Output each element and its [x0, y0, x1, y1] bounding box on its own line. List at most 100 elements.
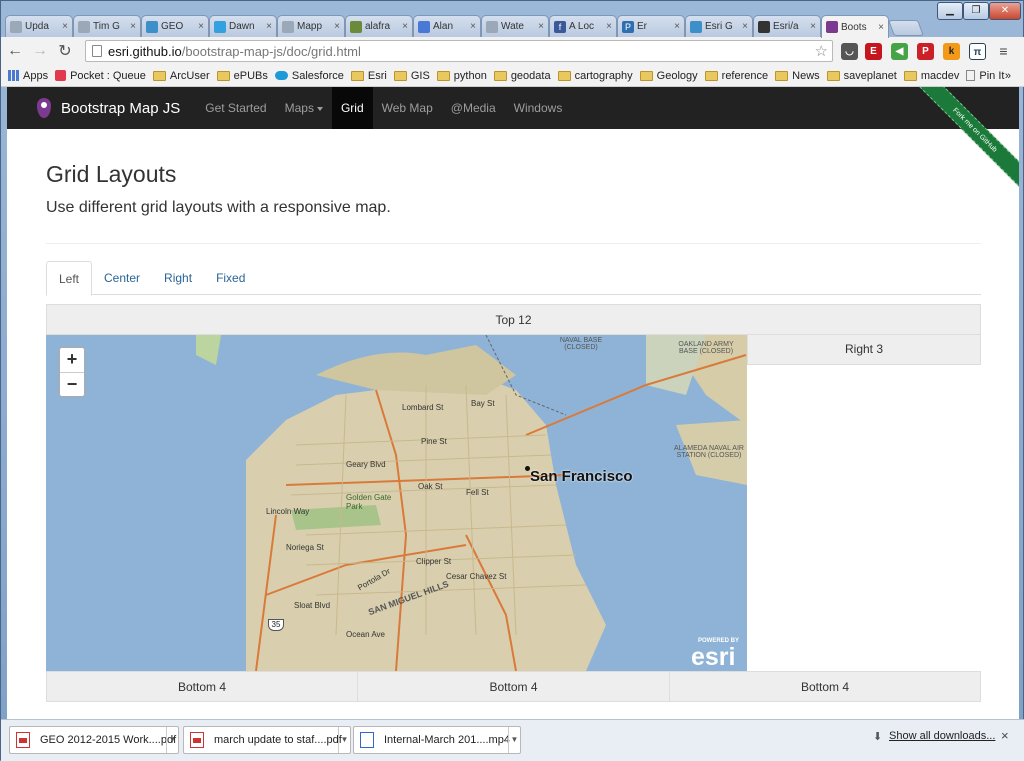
bookmark-star-icon[interactable]: ☆	[815, 42, 828, 60]
close-icon[interactable]: ×	[810, 21, 816, 32]
tab-center[interactable]: Center	[92, 261, 152, 295]
bookmark-folder[interactable]: ePUBs	[216, 70, 268, 82]
zoom-out-button[interactable]: −	[60, 372, 84, 396]
nav-windows[interactable]: Windows	[505, 87, 572, 129]
bookmark-folder[interactable]: macdev	[903, 70, 959, 82]
sound-extension-icon[interactable]: ◀	[891, 43, 908, 60]
bookmark-folder[interactable]: ArcUser	[152, 70, 210, 82]
kindle-extension-icon[interactable]: k	[943, 43, 960, 60]
map-label: Lombard St	[402, 403, 444, 412]
bookmarks-bar: Apps Pocket : Queue ArcUser ePUBs Salesf…	[1, 65, 1024, 87]
reload-icon[interactable]: ↻	[54, 41, 76, 61]
download-item[interactable]: GEO 2012-2015 Work....pdf ▼	[9, 726, 179, 754]
tab-right[interactable]: Right	[152, 261, 204, 295]
browser-tab[interactable]: Tim G ×	[73, 15, 141, 37]
pandora-icon: P	[622, 20, 634, 33]
site-brand[interactable]: Bootstrap Map JS	[37, 98, 180, 118]
map-icon	[350, 20, 362, 33]
window-close-button[interactable]: ✕	[989, 2, 1021, 20]
nav-get-started[interactable]: Get Started	[196, 87, 275, 129]
bookmark-folder[interactable]: News	[775, 70, 820, 82]
bookmark-folder[interactable]: Geology	[639, 70, 698, 82]
nav-grid[interactable]: Grid	[331, 87, 373, 129]
evernote-extension-icon[interactable]: E	[865, 43, 882, 60]
map-label: Sloat Blvd	[294, 601, 331, 610]
browser-tab[interactable]: Upda ×	[5, 15, 73, 37]
bookmark-folder[interactable]: cartography	[557, 70, 633, 82]
address-bar[interactable]: esri.github.io/bootstrap-map-js/doc/grid…	[85, 40, 833, 62]
folder-icon	[350, 70, 364, 81]
maximize-button[interactable]: ❐	[963, 2, 989, 20]
downloads-close-button[interactable]: ×	[1001, 728, 1009, 743]
nav-web-map[interactable]: Web Map	[373, 87, 442, 129]
map-label: NAVAL BASE (CLOSED)	[559, 337, 603, 351]
browser-tab[interactable]: fA Loc ×	[549, 15, 617, 37]
close-icon[interactable]: ×	[62, 21, 68, 32]
close-icon[interactable]: ×	[402, 21, 408, 32]
close-icon[interactable]: ×	[470, 21, 476, 32]
forward-arrow-icon[interactable]: →	[29, 42, 51, 60]
bookmark-item[interactable]: Salesforce	[274, 70, 344, 82]
browser-tab[interactable]: Esri/a ×	[753, 15, 821, 37]
bookmark-folder[interactable]: saveplanet	[826, 70, 897, 82]
map-view[interactable]: OAKLAND ARMY BASE (CLOSED) NAVAL BASE (C…	[46, 335, 747, 671]
back-arrow-icon[interactable]: ←	[4, 42, 26, 60]
close-icon[interactable]: ×	[130, 21, 136, 32]
download-item[interactable]: march update to staf....pdf ▼	[183, 726, 351, 754]
new-tab-button[interactable]	[888, 20, 924, 36]
show-all-downloads-link[interactable]: Show all downloads...	[889, 730, 995, 742]
dropdown-arrow-icon[interactable]: ▼	[338, 727, 350, 753]
map-label: Noriega St	[286, 543, 324, 552]
browser-tab[interactable]: Dawn ×	[209, 15, 277, 37]
minimize-button[interactable]: ▁	[937, 2, 963, 20]
map-label: Cesar Chavez St	[446, 572, 507, 581]
doc-icon	[282, 20, 294, 33]
browser-tab[interactable]: Mapp ×	[277, 15, 345, 37]
close-icon[interactable]: ×	[538, 21, 544, 32]
menu-icon[interactable]: ≡	[995, 43, 1012, 60]
tab-left[interactable]: Left	[46, 261, 93, 296]
doc-icon	[486, 20, 498, 33]
apps-grid-icon	[8, 70, 19, 81]
pinterest-extension-icon[interactable]: P	[917, 43, 934, 60]
dropdown-arrow-icon[interactable]: ▼	[166, 727, 178, 753]
close-icon[interactable]: ×	[878, 22, 884, 33]
bookmark-folder[interactable]: geodata	[493, 70, 551, 82]
browser-tab[interactable]: alafra ×	[345, 15, 413, 37]
tab-fixed[interactable]: Fixed	[204, 261, 257, 295]
esri-logo[interactable]: esri	[691, 643, 735, 671]
browser-tab[interactable]: Esri G ×	[685, 15, 753, 37]
folder-icon	[436, 70, 450, 81]
nav-media[interactable]: @Media	[442, 87, 505, 129]
close-icon[interactable]: ×	[266, 21, 272, 32]
dropdown-arrow-icon[interactable]: ▼	[508, 727, 520, 753]
nav-maps-dropdown[interactable]: Maps	[276, 87, 332, 129]
close-icon[interactable]: ×	[606, 21, 612, 32]
close-icon[interactable]: ×	[674, 21, 680, 32]
bookmark-item[interactable]: Pocket : Queue	[55, 70, 146, 82]
browser-tab[interactable]: Alan ×	[413, 15, 481, 37]
close-icon[interactable]: ×	[334, 21, 340, 32]
close-icon[interactable]: ×	[198, 21, 204, 32]
bookmark-folder[interactable]: reference	[704, 70, 768, 82]
pocket-extension-icon[interactable]: ◡	[841, 43, 858, 60]
bookmark-folder[interactable]: python	[436, 70, 487, 82]
browser-tab-active[interactable]: Boots ×	[821, 15, 889, 38]
more-bookmarks-button[interactable]: »	[1005, 70, 1011, 82]
browser-tab[interactable]: Wate ×	[481, 15, 549, 37]
browser-tab[interactable]: P Er ×	[617, 15, 685, 37]
apps-bookmark[interactable]: Apps	[8, 70, 48, 82]
browser-tab[interactable]: GEO ×	[141, 15, 209, 37]
bookmark-item[interactable]: Pin It	[966, 70, 1004, 82]
site-navbar: Bootstrap Map JS Get Started Maps Grid W…	[7, 87, 1019, 129]
download-item[interactable]: Internal-March 201....mp4 ▼	[353, 726, 521, 754]
close-icon[interactable]: ×	[742, 21, 748, 32]
pi-extension-icon[interactable]: π	[969, 43, 986, 60]
bookmark-folder[interactable]: Esri	[350, 70, 387, 82]
folder-icon	[216, 70, 230, 81]
google-icon	[418, 20, 430, 33]
zoom-in-button[interactable]: +	[60, 348, 84, 372]
caret-down-icon	[316, 106, 323, 111]
grid-right-cell: Right 3	[747, 335, 981, 365]
bookmark-folder[interactable]: GIS	[393, 70, 430, 82]
